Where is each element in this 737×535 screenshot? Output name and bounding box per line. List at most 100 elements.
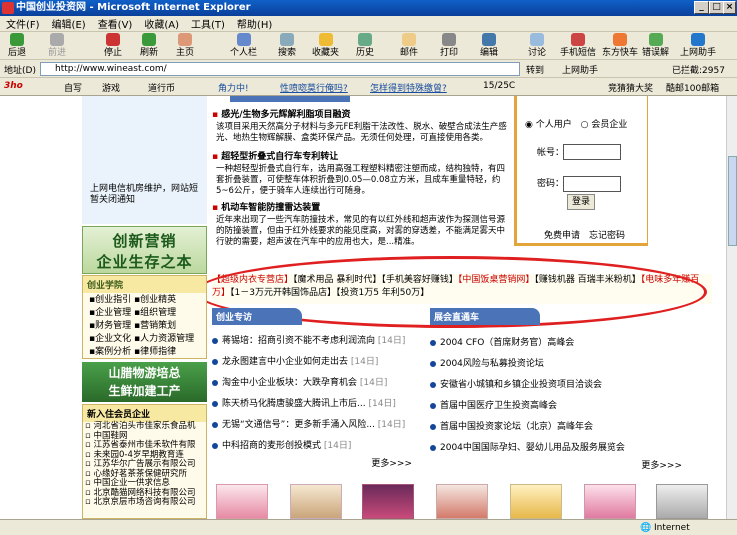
menu-favorites[interactable]: 收藏(A) [138,16,185,31]
menu-file[interactable]: 文件(F) [0,16,46,31]
expo-item[interactable]: 首届中国投资家论坛（北京）高峰年会 [430,417,690,438]
member-item[interactable]: ▫ 北京京层市场咨询有限公司 [85,497,204,508]
academy-link[interactable]: 财务管理 [95,321,131,331]
link-write[interactable]: 自写 [64,81,82,94]
product-image[interactable] [584,484,636,519]
history-icon [358,33,372,46]
promo-banner[interactable]: 山腊物游培总 生鲜加建工产 [82,362,207,402]
bullet-icon [212,442,218,449]
login-button[interactable]: 登录 [567,194,595,210]
edit-button[interactable]: 编辑 [480,33,498,58]
startup-item[interactable]: 蒋锡培：招商引资不能不考虑利润流向 [14日] [212,331,420,352]
expo-item[interactable]: 2004中国国际孕妇、婴幼儿用品及服务展览会 [430,438,690,459]
academy-row: ▪案例分析 ▪律师指律 [89,347,177,357]
ie-logo-icon [2,2,14,14]
expo-item[interactable]: 首届中国医疗卫生投资高峰会 [430,396,690,417]
scrollbar-thumb[interactable] [728,156,737,246]
menu-tools[interactable]: 工具(T) [185,16,231,31]
startup-more-link[interactable]: 更多>>> [212,457,420,471]
forward-button[interactable]: 前进 [48,33,66,58]
startup-item[interactable]: 淘金中小企业板块：大跌孕育机会 [14日] [212,373,420,394]
menu-view[interactable]: 查看(V) [92,16,139,31]
link-question-1[interactable]: 性喷唿莫行俺吗? [280,81,348,94]
refresh-button[interactable]: 刷新 [140,33,158,58]
edit-icon [482,33,496,46]
academy-link[interactable]: 营销策划 [140,321,176,331]
account-input[interactable] [563,144,621,160]
radio-personal[interactable]: ◉ [525,120,533,130]
product-image[interactable] [656,484,708,519]
product-image[interactable] [216,484,268,519]
news-item[interactable]: ▪ 感光/生物多元辉解利脂项目融资 该项目采用天然高分子材料与多元FE利脂干法改… [212,108,512,144]
product-image[interactable] [362,484,414,519]
back-button[interactable]: 后退 [8,33,26,58]
minimize-button[interactable]: _ [694,1,709,14]
maximize-button[interactable]: □ [709,1,724,14]
mail-button[interactable]: 邮件 [400,33,418,58]
startup-item[interactable]: 中科招商的麦形创投模式 [14日] [212,436,420,457]
address-bar: 地址(D) http://www.wineast.com/ 转到 上网助手 已拦… [0,60,737,78]
express-button[interactable]: 东方快车 [602,33,638,58]
news-title[interactable]: 机动车智能防撞雷达装置 [221,203,320,213]
academy-link[interactable]: 创业指引 [95,295,131,305]
academy-row: ▪企业文化 ▪人力资源管理 [89,334,195,344]
startup-item[interactable]: 无锡“文通信号”：更多新手涌入风险... [14日] [212,415,420,436]
go-button[interactable]: 转到 [526,63,544,76]
helper-button[interactable]: 上网助手 [680,33,716,58]
slogan-banner[interactable]: 创新营销 企业生存之本 [82,226,207,274]
window-title: 中国创业投资网 - Microsoft Internet Explorer [16,2,251,13]
print-icon [442,33,456,46]
link-mail[interactable]: 酷邮100邮箱 [666,81,719,94]
radio-company[interactable]: ○ [581,120,589,130]
menu-help[interactable]: 帮助(H) [231,16,278,31]
academy-link[interactable]: 企业文化 [95,334,131,344]
academy-link[interactable]: 律师指律 [140,347,176,357]
product-image[interactable] [510,484,562,519]
news-item[interactable]: ▪ 机动车智能防撞雷达装置 近年来出现了一些汽车防撞技术，常见的有以红外线和超声… [212,201,512,248]
product-image[interactable] [290,484,342,519]
news-item[interactable]: ▪ 超轻型折叠式自行车专利转让 一种超轻型折叠式自行车，选用高强工程塑料精密注塑… [212,150,512,197]
forgot-link[interactable]: 忘记密码 [589,229,625,243]
academy-link[interactable]: 创业精英 [140,295,176,305]
toolbar: 后退 前进 停止 刷新 主页 个人栏 搜索 收藏夹 历史 邮件 打印 编辑 讨论… [0,32,737,60]
link-games[interactable]: 游戏 [102,81,120,94]
startup-item[interactable]: 龙永图建言中小企业如何走出去 [14日] [212,352,420,373]
helper-link[interactable]: 上网助手 [562,63,598,76]
product-image[interactable] [436,484,488,519]
link-guess[interactable]: 竞猜猜大奖 [608,81,653,94]
error-fix-button[interactable]: 错误解 [642,33,669,58]
expo-item[interactable]: 2004风险与私募投资论坛 [430,354,690,375]
menu-edit[interactable]: 编辑(E) [46,16,92,31]
expo-more-link[interactable]: 更多>>> [430,459,690,473]
slogan-line-2: 企业生存之本 [96,253,193,271]
link-question-2[interactable]: 怎样得到特殊缴曾? [370,81,447,94]
startup-item[interactable]: 陈天桥马化腾唐骏盛大腾讯上市后... [14日] [212,394,420,415]
stop-button[interactable]: 停止 [104,33,122,58]
weather: 15/25C [483,81,516,91]
sms-button[interactable]: 手机短信 [560,33,596,58]
link-contest[interactable]: 角力中! [218,81,249,94]
print-button[interactable]: 打印 [440,33,458,58]
discuss-button[interactable]: 讨论 [528,33,546,58]
news-title[interactable]: 超轻型折叠式自行车专利转让 [221,152,338,162]
history-button[interactable]: 历史 [356,33,374,58]
password-input[interactable] [563,176,621,192]
vertical-scrollbar[interactable] [726,96,737,519]
link-coins[interactable]: 道行币 [148,81,175,94]
notice-text[interactable]: 上网电信机房维护，网站短暂关闭通知 [90,184,204,206]
favorites-button[interactable]: 收藏夹 [312,33,339,58]
expo-item[interactable]: 安徽省小城镇和乡镇企业投资项目洽谈会 [430,375,690,396]
close-button[interactable]: × [723,1,736,14]
startup-panel: 创业专访 蒋锡培：招商引资不能不考虑利润流向 [14日] 龙永图建言中小企业如何… [212,308,420,478]
academy-link[interactable]: 组织管理 [140,308,176,318]
news-title[interactable]: 感光/生物多元辉解利脂项目融资 [221,110,350,120]
home-button[interactable]: 主页 [176,33,194,58]
academy-link[interactable]: 人力资源管理 [140,334,194,344]
personal-bar-button[interactable]: 个人栏 [230,33,257,58]
address-input[interactable]: http://www.wineast.com/ [40,62,520,76]
register-link[interactable]: 免费申请 [544,229,580,243]
academy-link[interactable]: 企业管理 [95,308,131,318]
search-button[interactable]: 搜索 [278,33,296,58]
expo-item[interactable]: 2004 CFO（首席财务官）高峰会 [430,333,690,354]
academy-link[interactable]: 案例分析 [95,347,131,357]
